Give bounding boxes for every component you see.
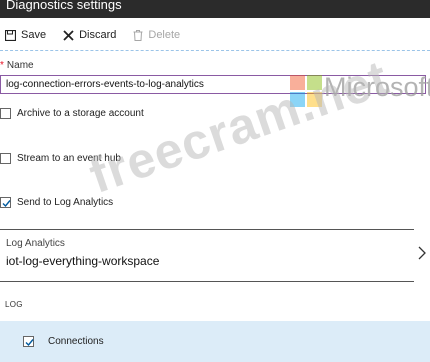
- log-section-header: LOG: [5, 300, 23, 309]
- save-button[interactable]: Save: [5, 29, 46, 41]
- checkmark-icon: [25, 339, 34, 347]
- checkmark-icon: [2, 200, 11, 208]
- log-analytics-selector[interactable]: Log Analytics iot-log-everything-workspa…: [0, 230, 430, 280]
- delete-button[interactable]: Delete: [133, 29, 180, 41]
- window-title-bar: Diagnostics settings: [0, 0, 430, 18]
- toolbar-divider: [0, 50, 430, 51]
- archive-storage-checkbox[interactable]: [0, 108, 11, 119]
- required-marker: *: [0, 60, 4, 71]
- connections-checkbox[interactable]: [23, 336, 34, 347]
- save-icon: [5, 29, 16, 41]
- stream-event-hub-checkbox[interactable]: [0, 153, 11, 164]
- archive-storage-label: Archive to a storage account: [17, 108, 144, 119]
- name-field-label: * Name: [0, 60, 34, 71]
- save-label: Save: [21, 29, 47, 41]
- send-log-analytics-option[interactable]: Send to Log Analytics: [0, 197, 113, 208]
- log-analytics-workspace: iot-log-everything-workspace: [6, 254, 160, 268]
- toolbar: Save Discard Delete: [0, 18, 430, 52]
- log-analytics-label: Log Analytics: [6, 238, 65, 249]
- log-category-row[interactable]: Connections: [0, 321, 430, 362]
- discard-label: Discard: [79, 29, 117, 41]
- send-log-analytics-checkbox[interactable]: [0, 197, 11, 208]
- trash-icon: [133, 29, 143, 41]
- window-title: Diagnostics settings: [6, 0, 122, 12]
- chevron-right-icon: [418, 246, 426, 260]
- freecram-watermark: freecram.net: [82, 49, 396, 204]
- connections-label: Connections: [48, 336, 104, 347]
- section-divider: [0, 281, 414, 282]
- discard-button[interactable]: Discard: [63, 29, 116, 41]
- close-icon: [63, 29, 74, 41]
- delete-label: Delete: [148, 29, 181, 41]
- archive-storage-option[interactable]: Archive to a storage account: [0, 108, 144, 119]
